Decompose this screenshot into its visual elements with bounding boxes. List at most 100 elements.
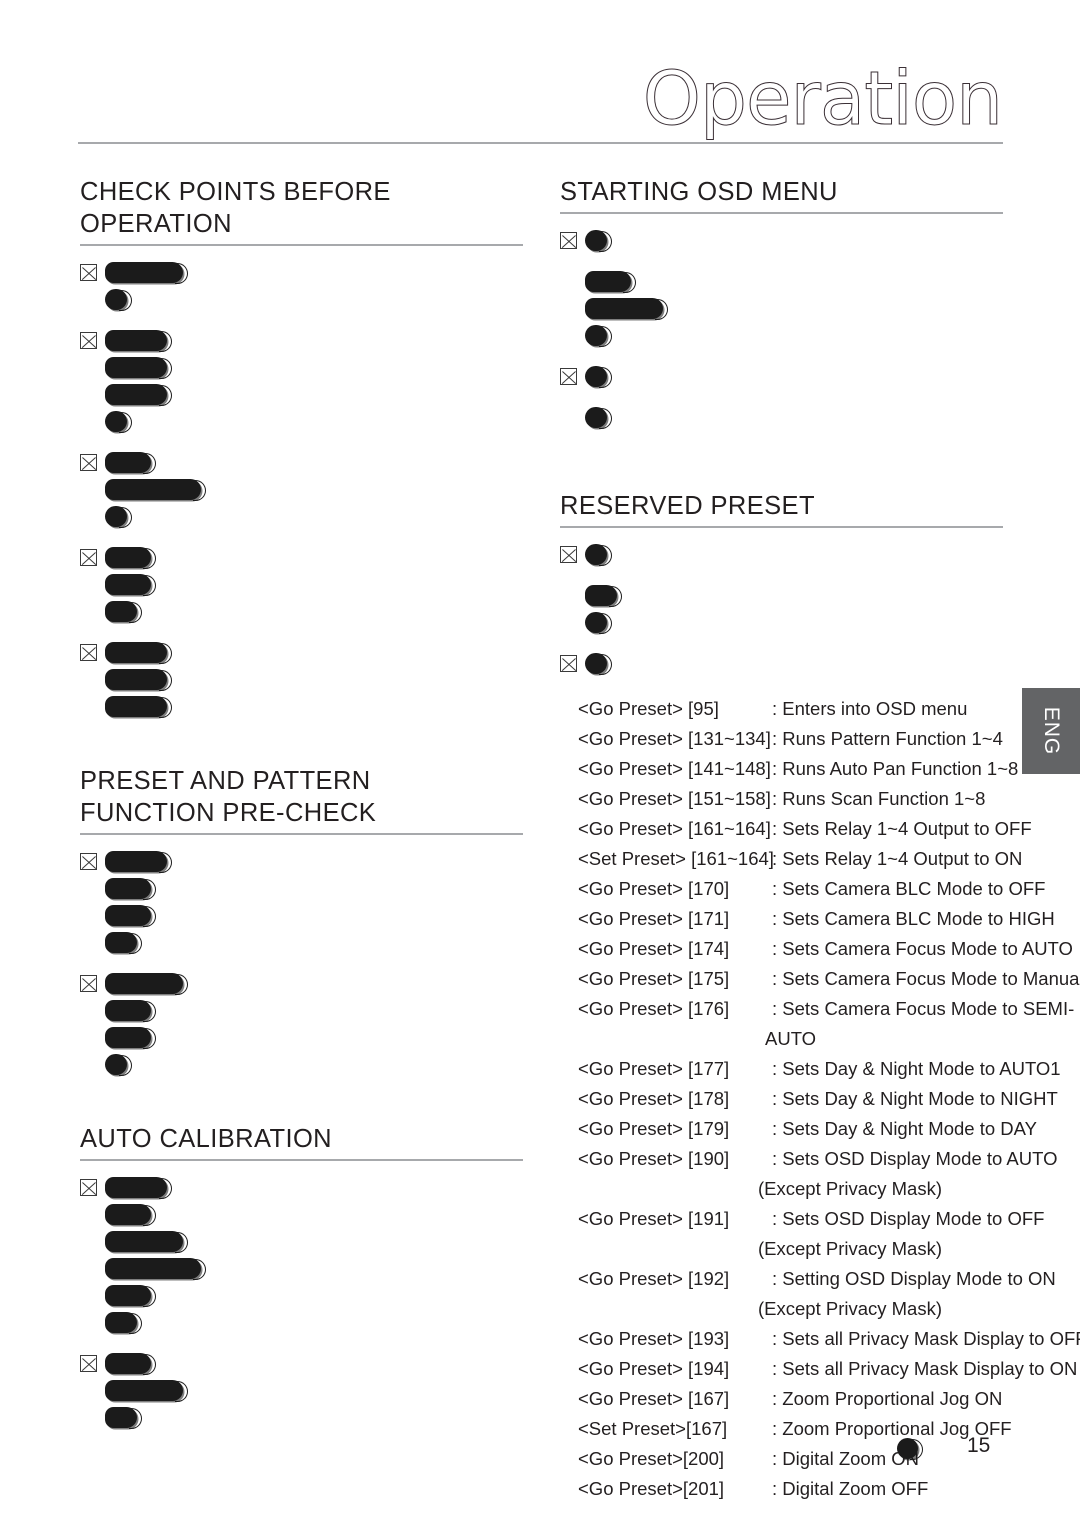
bullet-group bbox=[560, 542, 1080, 569]
bullet-list bbox=[560, 228, 1080, 432]
preset-description: : Setting OSD Display Mode to ON bbox=[772, 1268, 1056, 1289]
preset-description-continuation: (Except Privacy Mask) bbox=[758, 1298, 943, 1319]
crossed-box-marker bbox=[80, 454, 97, 471]
bullet-row bbox=[80, 971, 530, 998]
preset-description: : Sets Camera Focus Mode to Manual bbox=[772, 968, 1080, 989]
crossed-box-marker bbox=[80, 264, 97, 281]
preset-command: <Go Preset> [167] bbox=[578, 1388, 730, 1409]
preset-row: <Go Preset> [177]: Sets Day & Night Mode… bbox=[560, 1054, 1080, 1084]
redacted-text-blob bbox=[585, 230, 612, 252]
preset-description-continuation: AUTO bbox=[765, 1028, 817, 1049]
bullet-group bbox=[80, 640, 530, 721]
redacted-text-blob bbox=[105, 384, 172, 406]
bullet-group bbox=[80, 545, 530, 626]
bullet-row bbox=[80, 504, 530, 531]
bullet-row bbox=[80, 1229, 530, 1256]
preset-command: <Go Preset> [178] bbox=[578, 1088, 730, 1109]
bullet-row bbox=[80, 1256, 530, 1283]
redacted-text-blob bbox=[105, 1231, 188, 1253]
bullet-row bbox=[80, 450, 530, 477]
preset-description: : Sets OSD Display Mode to AUTO bbox=[772, 1148, 1058, 1169]
bullet-group bbox=[560, 583, 1080, 637]
redacted-text-blob bbox=[105, 1204, 156, 1226]
redacted-text-blob bbox=[105, 1353, 156, 1375]
redacted-text-blob bbox=[105, 932, 142, 954]
preset-row: <Go Preset> [167] : Zoom Proportional Jog… bbox=[560, 1384, 1080, 1414]
preset-command: <Go Preset> [191] bbox=[578, 1208, 730, 1229]
bullet-group bbox=[80, 260, 530, 314]
redacted-text-blob bbox=[585, 544, 612, 566]
redacted-text-blob bbox=[105, 696, 172, 718]
content-section: RESERVED PRESET bbox=[560, 490, 1080, 678]
preset-row: <Go Preset> [171]: Sets Camera BLC Mode … bbox=[560, 904, 1080, 934]
preset-row: <Go Preset> [141~148]: Runs Auto Pan Fun… bbox=[560, 754, 1080, 784]
page-title: Operation bbox=[642, 56, 1003, 142]
preset-description: : Sets Relay 1~4 Output to OFF bbox=[772, 818, 1032, 839]
preset-command: <Go Preset> [95] bbox=[578, 698, 719, 719]
bullet-row bbox=[560, 610, 1080, 637]
bullet-row bbox=[80, 477, 530, 504]
preset-command: <Set Preset> [161~164] bbox=[578, 848, 774, 869]
preset-command: <Go Preset> [192] bbox=[578, 1268, 730, 1289]
bullet-row bbox=[80, 409, 530, 436]
preset-command: <Go Preset> [177] bbox=[578, 1058, 730, 1079]
bullet-row bbox=[80, 1202, 530, 1229]
page-number: 15 bbox=[967, 1434, 991, 1457]
bullet-list bbox=[560, 542, 1080, 678]
preset-row: <Go Preset> [95]: Enters into OSD menu bbox=[560, 694, 1080, 724]
preset-row: <Go Preset> [175]: Sets Camera Focus Mod… bbox=[560, 964, 1080, 994]
content-section: STARTING OSD MENU bbox=[560, 176, 1080, 432]
preset-description: : Sets Camera BLC Mode to HIGH bbox=[772, 908, 1055, 929]
crossed-box-marker bbox=[80, 644, 97, 661]
crossed-box-marker bbox=[560, 232, 577, 249]
bullet-row bbox=[560, 323, 1080, 350]
bullet-row bbox=[80, 572, 530, 599]
bullet-row bbox=[80, 1378, 530, 1405]
preset-command: <Go Preset> [193] bbox=[578, 1328, 730, 1349]
crossed-box-marker bbox=[560, 368, 577, 385]
bullet-row bbox=[80, 849, 530, 876]
section-divider bbox=[80, 244, 523, 246]
redacted-text-blob bbox=[105, 1285, 156, 1307]
redacted-text-blob bbox=[585, 271, 636, 293]
content-section: PRESET AND PATTERN FUNCTION PRE-CHECK bbox=[80, 765, 530, 1079]
bullet-row bbox=[80, 640, 530, 667]
preset-command: <Go Preset> [176] bbox=[578, 998, 730, 1019]
preset-command: <Go Preset> [190] bbox=[578, 1148, 730, 1169]
bullet-row bbox=[80, 1283, 530, 1310]
redacted-text-blob bbox=[105, 574, 156, 596]
preset-description: : Runs Auto Pan Function 1~8 bbox=[772, 758, 1019, 779]
bullet-group bbox=[80, 328, 530, 436]
preset-row: <Go Preset> [161~164]: Sets Relay 1~4 Ou… bbox=[560, 814, 1080, 844]
bullet-row bbox=[80, 876, 530, 903]
preset-description: : Zoom Proportional Jog ON bbox=[772, 1388, 1003, 1409]
section-heading: PRESET AND PATTERN FUNCTION PRE-CHECK bbox=[80, 767, 377, 827]
preset-description: : Sets Relay 1~4 Output to ON bbox=[772, 848, 1023, 869]
bullet-row bbox=[80, 1052, 530, 1079]
bullet-row bbox=[80, 328, 530, 355]
redacted-text-blob bbox=[105, 851, 172, 873]
preset-description: : Sets Camera Focus Mode to AUTO bbox=[772, 938, 1073, 959]
bullet-list bbox=[80, 260, 530, 721]
section-divider bbox=[560, 526, 1003, 528]
crossed-box-marker bbox=[80, 332, 97, 349]
bullet-group bbox=[80, 1351, 530, 1432]
preset-row: <Go Preset> [190] : Sets OSD Display Mode… bbox=[560, 1144, 1080, 1174]
crossed-box-marker bbox=[80, 975, 97, 992]
bullet-group bbox=[560, 364, 1080, 391]
bullet-row bbox=[80, 1310, 530, 1337]
bullet-list bbox=[80, 1175, 530, 1432]
redacted-text-blob bbox=[105, 878, 156, 900]
bullet-row bbox=[560, 269, 1080, 296]
bullet-group bbox=[80, 1175, 530, 1337]
bullet-row bbox=[80, 355, 530, 382]
bullet-group bbox=[80, 849, 530, 957]
redacted-text-blob bbox=[105, 1312, 142, 1334]
redacted-text-blob bbox=[105, 262, 188, 284]
bullet-row bbox=[560, 651, 1080, 678]
bullet-row bbox=[560, 364, 1080, 391]
language-side-tab-label: ENG bbox=[1040, 706, 1063, 756]
bullet-row bbox=[80, 1405, 530, 1432]
redacted-text-blob bbox=[105, 905, 156, 927]
bullet-row bbox=[560, 296, 1080, 323]
